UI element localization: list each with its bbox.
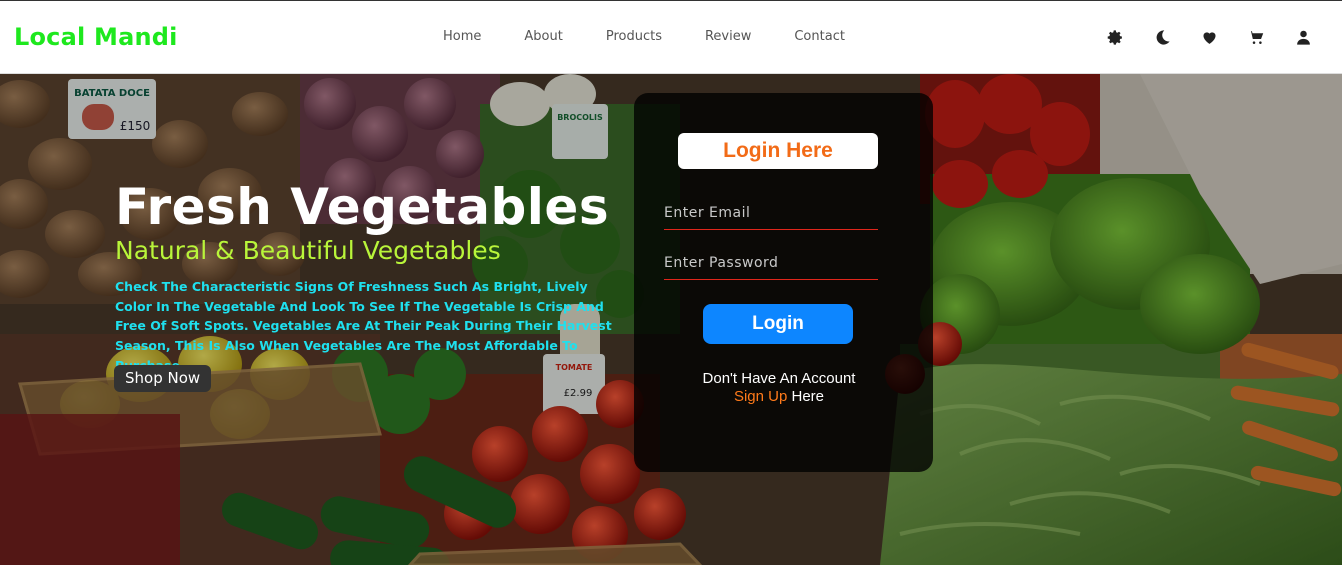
cart-icon[interactable] [1247,28,1265,46]
hero-section: BATATA DOCE £150 BROCOLIS TOMATE £2.99 F… [0,74,1342,565]
password-input[interactable] [664,252,878,280]
nav-about[interactable]: About [524,29,562,44]
login-button[interactable]: Login [703,304,853,344]
hero-description: Check The Characteristic Signs Of Freshn… [115,279,612,373]
email-input[interactable] [664,202,878,230]
no-account-text: Don't Have An Account [702,370,856,387]
nav-review[interactable]: Review [705,29,751,44]
user-icon[interactable] [1294,28,1312,46]
nav-home[interactable]: Home [443,29,481,44]
login-title: Login Here [678,133,878,169]
shop-now-button[interactable]: Shop Now [114,365,212,392]
moon-icon[interactable] [1153,28,1171,46]
nav-contact[interactable]: Contact [794,29,845,44]
brand-logo[interactable]: Local Mandi [14,23,178,51]
heart-icon[interactable] [1200,28,1218,46]
signup-suffix: Here [787,388,825,405]
top-navbar: Local Mandi Home About Products Review C… [0,0,1342,74]
signup-prompt: Sign Up Here [634,388,924,405]
header-icons [1077,28,1312,46]
main-nav: Home About Products Review Contact [443,29,888,44]
hero-title: Fresh Vegetables [115,178,610,236]
signup-link[interactable]: Sign Up [734,388,787,405]
nav-products[interactable]: Products [606,29,662,44]
login-form: Login Here Login Don't Have An Account S… [634,93,933,472]
settings-icon[interactable] [1106,28,1124,46]
hero-subtitle: Natural & Beautiful Vegetables [115,236,501,265]
